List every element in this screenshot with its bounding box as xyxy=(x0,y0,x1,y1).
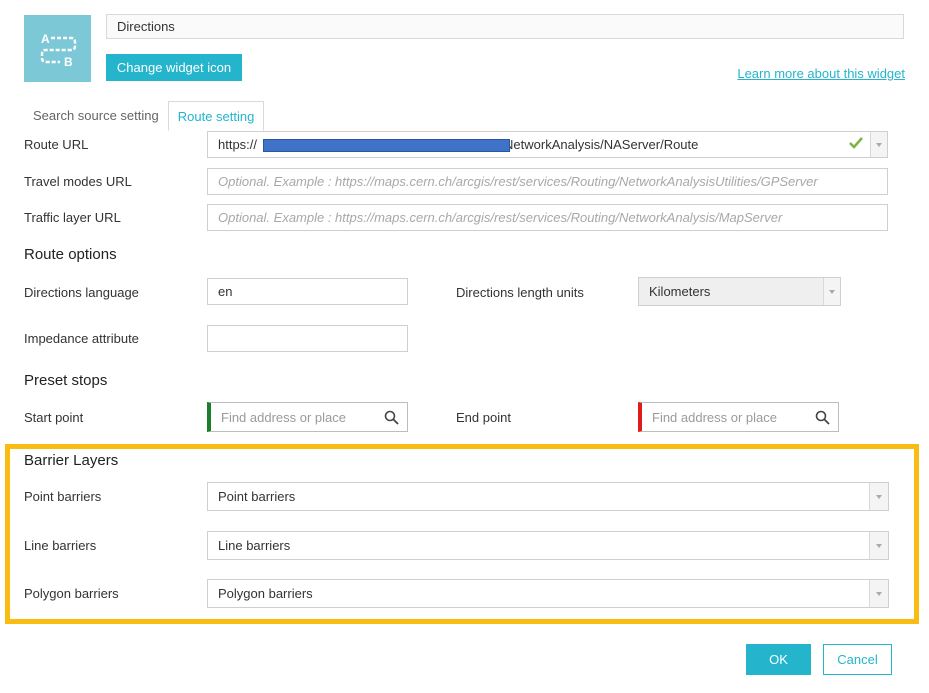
point-barriers-label: Point barriers xyxy=(24,489,102,504)
tab-route-setting[interactable]: Route setting xyxy=(167,101,265,131)
polygon-barriers-value: Polygon barriers xyxy=(218,586,313,601)
traffic-layer-url-input[interactable]: Optional. Example : https://maps.cern.ch… xyxy=(207,204,888,231)
learn-more-link[interactable]: Learn more about this widget xyxy=(737,66,905,81)
traffic-layer-url-label: Traffic layer URL xyxy=(24,210,121,225)
start-point-label: Start point xyxy=(24,410,84,425)
route-url-suffix: NetworkAnalysis/NAServer/Route xyxy=(504,137,699,152)
line-barriers-dropdown[interactable] xyxy=(869,532,888,559)
travel-modes-url-placeholder: Optional. Example : https://maps.cern.ch… xyxy=(218,174,818,189)
polygon-barriers-dropdown[interactable] xyxy=(869,580,888,607)
redaction-bar xyxy=(263,139,510,152)
length-units-value: Kilometers xyxy=(649,284,711,299)
chevron-down-icon xyxy=(876,494,882,499)
chevron-down-icon xyxy=(876,142,882,147)
cancel-button[interactable]: Cancel xyxy=(823,644,892,675)
line-barriers-label: Line barriers xyxy=(24,538,97,553)
polygon-barriers-label: Polygon barriers xyxy=(24,586,119,601)
widget-icon[interactable]: A B xyxy=(24,15,91,82)
chevron-down-icon xyxy=(876,591,882,596)
directions-language-input[interactable]: en xyxy=(207,278,408,305)
point-barriers-value: Point barriers xyxy=(218,489,296,504)
impedance-attribute-label: Impedance attribute xyxy=(24,331,139,346)
magnifier-icon[interactable] xyxy=(815,410,830,428)
widget-title-input[interactable]: Directions xyxy=(106,14,904,39)
line-barriers-value: Line barriers xyxy=(218,538,291,553)
barrier-layers-heading: Barrier Layers xyxy=(24,452,119,469)
impedance-attribute-input[interactable] xyxy=(207,325,408,352)
directions-length-units-label: Directions length units xyxy=(456,285,584,300)
polygon-barriers-select[interactable]: Polygon barriers xyxy=(207,579,889,608)
end-point-placeholder: Find address or place xyxy=(652,409,778,425)
chevron-down-icon xyxy=(829,289,835,294)
travel-modes-url-label: Travel modes URL xyxy=(24,174,132,189)
route-options-heading: Route options xyxy=(24,246,117,263)
change-widget-icon-button[interactable]: Change widget icon xyxy=(106,54,242,81)
chevron-down-icon xyxy=(876,543,882,548)
point-barriers-dropdown[interactable] xyxy=(869,483,888,510)
svg-text:A: A xyxy=(41,32,50,46)
directions-length-units-select[interactable]: Kilometers xyxy=(638,277,841,306)
magnifier-icon[interactable] xyxy=(384,410,399,428)
svg-text:B: B xyxy=(64,55,73,69)
traffic-layer-url-placeholder: Optional. Example : https://maps.cern.ch… xyxy=(218,210,783,225)
directions-a-to-b-icon: A B xyxy=(40,32,77,69)
route-url-dropdown[interactable] xyxy=(870,132,887,157)
start-point-input[interactable]: Find address or place xyxy=(207,402,408,432)
tab-search-source-setting[interactable]: Search source setting xyxy=(24,101,168,129)
point-barriers-select[interactable]: Point barriers xyxy=(207,482,889,511)
preset-stops-heading: Preset stops xyxy=(24,372,108,389)
route-url-label: Route URL xyxy=(24,137,89,152)
checkmark-icon xyxy=(849,137,863,152)
length-units-dropdown[interactable] xyxy=(823,278,840,305)
end-point-input[interactable]: Find address or place xyxy=(638,402,839,432)
travel-modes-url-input[interactable]: Optional. Example : https://maps.cern.ch… xyxy=(207,168,888,195)
end-point-label: End point xyxy=(456,410,511,425)
route-url-prefix: https:// xyxy=(218,137,258,152)
directions-language-label: Directions language xyxy=(24,285,139,300)
start-point-placeholder: Find address or place xyxy=(221,409,347,425)
ok-button[interactable]: OK xyxy=(746,644,811,675)
tab-bar: Search source setting Route setting xyxy=(24,101,265,131)
line-barriers-select[interactable]: Line barriers xyxy=(207,531,889,560)
